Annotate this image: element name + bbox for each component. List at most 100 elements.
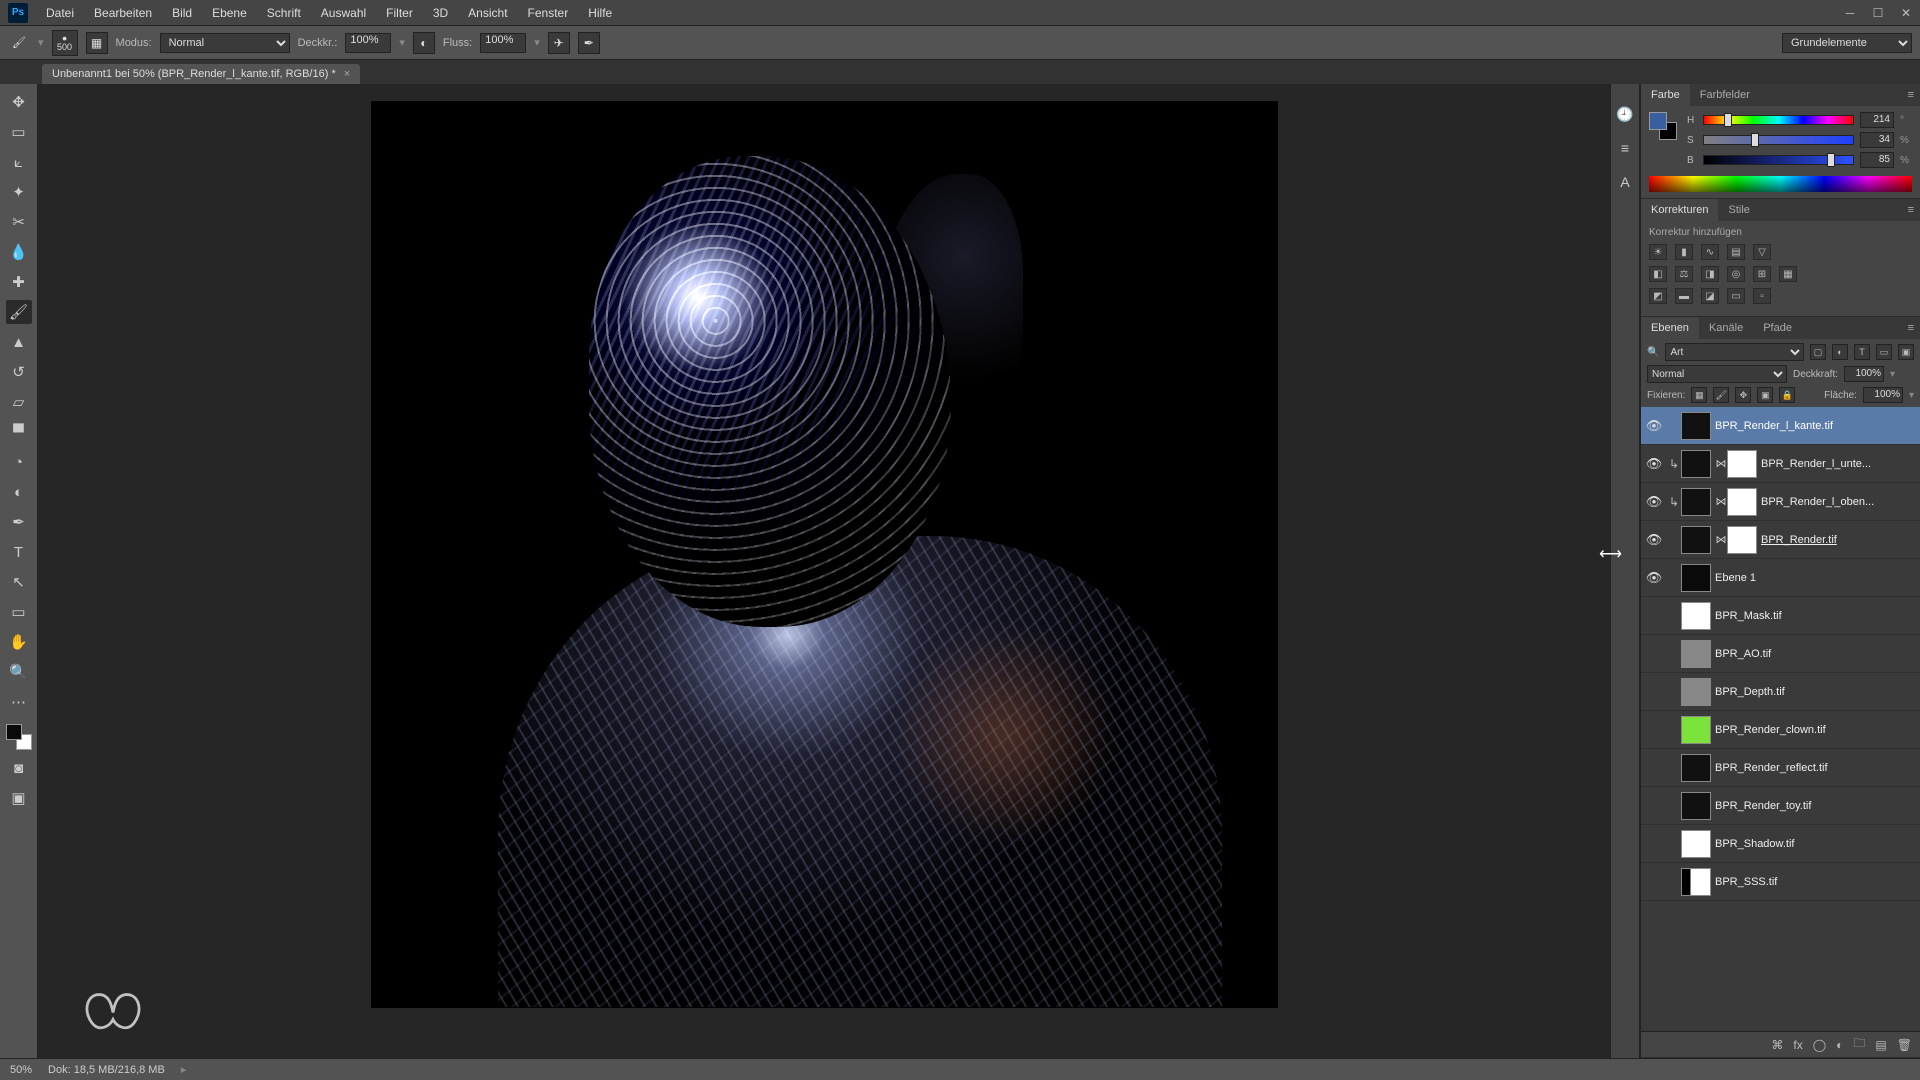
filter-smart-icon[interactable]: ▣ bbox=[1898, 344, 1914, 360]
layer-name[interactable]: BPR_Depth.tif bbox=[1715, 686, 1914, 698]
workspace-select[interactable]: Grundelemente bbox=[1782, 33, 1912, 53]
layer-thumb[interactable] bbox=[1681, 450, 1711, 478]
hand-tool-icon[interactable]: ✋ bbox=[6, 630, 32, 654]
screenmode-icon[interactable]: ▣ bbox=[6, 786, 32, 810]
layer-name[interactable]: Ebene 1 bbox=[1715, 572, 1914, 584]
layer-mask-thumb[interactable] bbox=[1727, 450, 1757, 478]
minimize-button[interactable]: ─ bbox=[1836, 0, 1864, 26]
layer-thumb[interactable] bbox=[1681, 754, 1711, 782]
hue-sat-icon[interactable]: ◧ bbox=[1649, 266, 1667, 282]
visibility-toggle-icon[interactable]: 👁 bbox=[1641, 418, 1667, 434]
document-tab[interactable]: Unbenannt1 bei 50% (BPR_Render_l_kante.t… bbox=[42, 64, 360, 84]
threshold-icon[interactable]: ◪ bbox=[1701, 288, 1719, 304]
tab-styles[interactable]: Stile bbox=[1718, 199, 1759, 221]
layer-row[interactable]: 👁BPR_Render_clown.tif bbox=[1641, 711, 1920, 749]
layer-name[interactable]: BPR_Mask.tif bbox=[1715, 610, 1914, 622]
stamp-tool-icon[interactable]: ▲ bbox=[6, 330, 32, 354]
visibility-toggle-icon[interactable]: 👁 bbox=[1641, 836, 1667, 852]
menu-bearbeiten[interactable]: Bearbeiten bbox=[84, 0, 162, 26]
brightness-contrast-icon[interactable]: ☀ bbox=[1649, 244, 1667, 260]
mask-link-icon[interactable]: ⋈ bbox=[1715, 495, 1727, 508]
fg-bg-swatch[interactable] bbox=[1649, 112, 1677, 140]
document-canvas[interactable] bbox=[372, 102, 1277, 1007]
filter-adjust-icon[interactable]: ◐ bbox=[1832, 344, 1848, 360]
layer-mask-thumb[interactable] bbox=[1727, 526, 1757, 554]
visibility-toggle-icon[interactable]: 👁 bbox=[1641, 684, 1667, 700]
visibility-toggle-icon[interactable]: 👁 bbox=[1641, 456, 1667, 472]
color-balance-icon[interactable]: ⚖ bbox=[1675, 266, 1693, 282]
panel-menu-icon[interactable]: ≡ bbox=[1902, 89, 1920, 101]
layer-blend-select[interactable]: Normal bbox=[1647, 365, 1787, 383]
menu-ebene[interactable]: Ebene bbox=[202, 0, 257, 26]
layer-row[interactable]: 👁BPR_AO.tif bbox=[1641, 635, 1920, 673]
color-lookup-icon[interactable]: ▦ bbox=[1779, 266, 1797, 282]
layer-name[interactable]: BPR_Render_toy.tif bbox=[1715, 800, 1914, 812]
type-tool-icon[interactable]: T bbox=[6, 540, 32, 564]
dodge-tool-icon[interactable]: ◐ bbox=[6, 480, 32, 504]
layer-row[interactable]: 👁 BPR_Depth.tif bbox=[1641, 673, 1920, 711]
sat-slider[interactable] bbox=[1703, 135, 1854, 145]
layer-filter-select[interactable]: Art bbox=[1665, 343, 1804, 361]
spectrum-ramp[interactable] bbox=[1649, 176, 1912, 192]
pressure-opacity-icon[interactable]: ◐ bbox=[413, 32, 435, 54]
layer-row[interactable]: 👁⋈BPR_Render.tif bbox=[1641, 521, 1920, 559]
delete-layer-icon[interactable]: 🗑 bbox=[1897, 1038, 1912, 1052]
lock-position-icon[interactable]: ✥ bbox=[1735, 387, 1751, 403]
layer-row[interactable]: 👁 Ebene 1 bbox=[1641, 559, 1920, 597]
photo-filter-icon[interactable]: ◎ bbox=[1727, 266, 1745, 282]
menu-auswahl[interactable]: Auswahl bbox=[311, 0, 376, 26]
layer-thumb[interactable] bbox=[1681, 678, 1711, 706]
filter-type-icon[interactable]: T bbox=[1854, 344, 1870, 360]
opacity-value[interactable]: 100% bbox=[345, 33, 391, 53]
layer-thumb[interactable] bbox=[1681, 792, 1711, 820]
mask-link-icon[interactable]: ⋈ bbox=[1715, 533, 1727, 546]
brush-tool-icon[interactable]: 🖌 bbox=[6, 300, 32, 324]
layer-mask-thumb[interactable] bbox=[1727, 488, 1757, 516]
layer-row[interactable]: 👁BPR_Shadow.tif bbox=[1641, 825, 1920, 863]
sat-value[interactable]: 34 bbox=[1860, 132, 1894, 148]
visibility-toggle-icon[interactable]: 👁 bbox=[1641, 798, 1667, 814]
mask-link-icon[interactable]: ⋈ bbox=[1715, 457, 1727, 470]
close-button[interactable]: ✕ bbox=[1892, 0, 1920, 26]
layer-thumb[interactable] bbox=[1681, 488, 1711, 516]
layer-row[interactable]: 👁BPR_Render_reflect.tif bbox=[1641, 749, 1920, 787]
layer-name[interactable]: BPR_Render_clown.tif bbox=[1715, 724, 1914, 736]
new-layer-icon[interactable]: ▤ bbox=[1875, 1038, 1886, 1052]
layer-fx-icon[interactable]: fx bbox=[1793, 1038, 1802, 1052]
visibility-toggle-icon[interactable]: 👁 bbox=[1641, 532, 1667, 548]
menu-datei[interactable]: Datei bbox=[36, 0, 84, 26]
crop-tool-icon[interactable]: ✂ bbox=[6, 210, 32, 234]
tab-channels[interactable]: Kanäle bbox=[1699, 317, 1753, 339]
levels-icon[interactable]: ▮ bbox=[1675, 244, 1693, 260]
lock-paint-icon[interactable]: 🖌 bbox=[1713, 387, 1729, 403]
properties-panel-icon[interactable]: ≡ bbox=[1615, 138, 1635, 158]
status-chevron-icon[interactable]: ▸ bbox=[181, 1063, 187, 1076]
flow-value[interactable]: 100% bbox=[480, 33, 526, 53]
posterize-icon[interactable]: ▬ bbox=[1675, 288, 1693, 304]
bri-value[interactable]: 85 bbox=[1860, 152, 1894, 168]
layer-thumb[interactable] bbox=[1681, 868, 1711, 896]
vibrance-icon[interactable]: ▽ bbox=[1753, 244, 1771, 260]
layer-row[interactable]: 👁 BPR_Render_toy.tif bbox=[1641, 787, 1920, 825]
maximize-button[interactable]: ☐ bbox=[1864, 0, 1892, 26]
panel-menu-icon[interactable]: ≡ bbox=[1902, 204, 1920, 216]
layer-name[interactable]: BPR_Render_l_unte... bbox=[1761, 458, 1914, 470]
menu-fenster[interactable]: Fenster bbox=[518, 0, 579, 26]
visibility-toggle-icon[interactable]: 👁 bbox=[1641, 570, 1667, 586]
lock-pixels-icon[interactable]: ▦ bbox=[1691, 387, 1707, 403]
panel-menu-icon[interactable]: ≡ bbox=[1902, 322, 1920, 334]
pen-tool-icon[interactable]: ✒ bbox=[6, 510, 32, 534]
layer-thumb[interactable] bbox=[1681, 602, 1711, 630]
visibility-toggle-icon[interactable]: 👁 bbox=[1641, 494, 1667, 510]
link-layers-icon[interactable]: ⌘ bbox=[1771, 1038, 1783, 1052]
menu-bild[interactable]: Bild bbox=[162, 0, 202, 26]
tab-swatches[interactable]: Farbfelder bbox=[1690, 84, 1760, 106]
hue-value[interactable]: 214 bbox=[1860, 112, 1894, 128]
layer-row[interactable]: 👁↳⋈BPR_Render_l_oben... bbox=[1641, 483, 1920, 521]
layer-thumb[interactable] bbox=[1681, 564, 1711, 592]
healing-brush-tool-icon[interactable]: ✚ bbox=[6, 270, 32, 294]
lock-all-icon[interactable]: 🔒 bbox=[1779, 387, 1795, 403]
lasso-tool-icon[interactable]: ⟀ bbox=[6, 150, 32, 174]
quick-select-tool-icon[interactable]: ✦ bbox=[6, 180, 32, 204]
close-tab-icon[interactable]: × bbox=[344, 68, 350, 80]
